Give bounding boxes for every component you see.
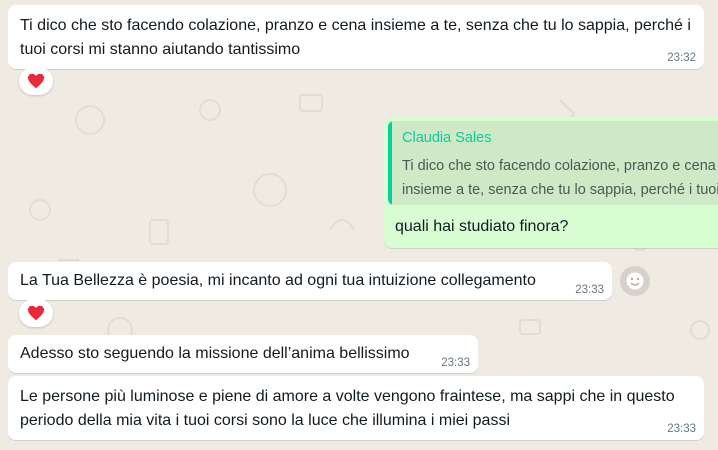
incoming-message[interactable]: Ti dico che sto facendo colazione, pranz… bbox=[8, 5, 704, 69]
message-text: Le persone più luminose e piene di amore… bbox=[20, 388, 680, 429]
quote-accent-bar bbox=[388, 121, 392, 205]
incoming-message[interactable]: La Tua Bellezza è poesia, mi incanto ad … bbox=[8, 262, 612, 300]
message-text: La Tua Bellezza è poesia, mi incanto ad … bbox=[20, 272, 536, 289]
message-text: quali hai studiato finora? bbox=[395, 218, 569, 235]
message-time: 23:33 bbox=[575, 284, 604, 296]
message-time: 23:32 bbox=[667, 52, 696, 64]
message-reaction[interactable] bbox=[19, 299, 53, 327]
incoming-message[interactable]: Le persone più luminose e piene di amore… bbox=[8, 376, 704, 440]
message-time: 23:33 bbox=[667, 423, 696, 435]
quote-text: Ti dico che sto facendo colazione, pranz… bbox=[402, 158, 718, 198]
outgoing-message[interactable]: Claudia Sales Ti dico che sto facendo co… bbox=[384, 117, 718, 248]
message-text: Ti dico che sto facendo colazione, pranz… bbox=[20, 17, 696, 58]
incoming-message[interactable]: Adesso sto seguendo la missione dell’ani… bbox=[8, 335, 478, 373]
message-reaction[interactable] bbox=[19, 67, 53, 95]
heart-icon bbox=[28, 73, 44, 89]
add-reaction-button[interactable] bbox=[620, 266, 650, 296]
message-time: 23:33 bbox=[441, 357, 470, 369]
message-text: Adesso sto seguendo la missione dell’ani… bbox=[20, 345, 410, 362]
quote-author: Claudia Sales bbox=[402, 130, 492, 146]
heart-icon bbox=[28, 305, 44, 321]
quoted-message[interactable]: Claudia Sales Ti dico che sto facendo co… bbox=[388, 121, 718, 205]
smiley-icon bbox=[626, 272, 644, 290]
